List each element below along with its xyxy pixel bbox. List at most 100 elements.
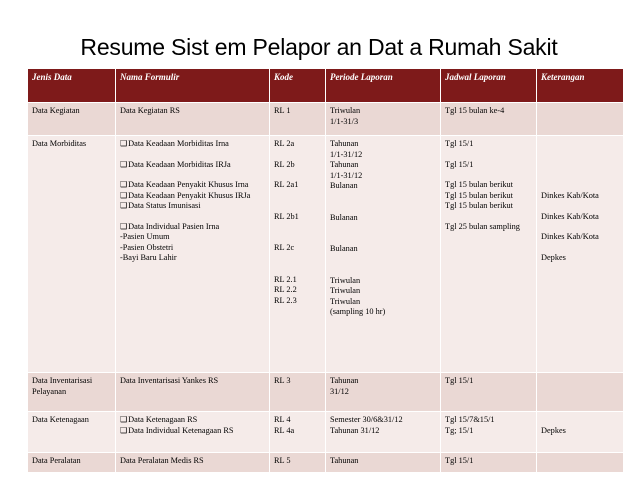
cell-formulir: Data Ketenagaan RS Data Individual Keten… — [115, 411, 270, 453]
jadwal-line: Tg; 15/1 — [445, 425, 474, 435]
checkbox-icon — [120, 415, 128, 424]
cell-periode: Tahunan 31/12 — [325, 372, 441, 412]
periode-line: Tahunan 31/12 — [330, 425, 380, 435]
cell-formulir: Data Kegiatan RS — [115, 102, 270, 136]
jadwal-line: Tgl 15 bulan berikut — [445, 180, 513, 189]
periode-line: Bulanan — [330, 212, 358, 222]
checkbox-icon — [120, 160, 128, 169]
cell-jadwal: Tgl 15 bulan ke-4 — [440, 102, 537, 136]
cell-jenis: Data Ketenagaan — [27, 411, 116, 453]
checkbox-icon — [120, 139, 128, 148]
cell-formulir: Data Peralatan Medis RS — [115, 452, 270, 473]
keterangan-line: Dinkes Kab/Kota — [541, 211, 599, 221]
periode-line: Tahunan — [330, 139, 359, 148]
kode-line: RL 2a1 — [274, 180, 299, 189]
cell-kode: RL 5 — [269, 452, 326, 473]
cell-jadwal: Tgl 15/1 — [440, 372, 537, 412]
periode-line: Tahunan — [330, 376, 359, 385]
periode-line: Triwulan — [330, 296, 361, 306]
cell-kode: RL 1 — [269, 102, 326, 136]
jadwal-line: Tgl 25 bulan sampling — [445, 221, 520, 231]
list-item: -Pasien Umum — [120, 232, 170, 241]
cell-jadwal: Tgl 15/1 — [440, 452, 537, 473]
list-item: -Pasien Obstetri — [120, 242, 174, 252]
periode-line: Triwulan — [330, 286, 361, 295]
periode-line: Semester 30/6&31/12 — [330, 415, 403, 424]
keterangan-line: Dinkes Kab/Kota — [541, 191, 599, 200]
resume-table: Jenis Data Nama Formulir Kode Periode La… — [27, 68, 624, 473]
checkbox-icon — [120, 191, 128, 200]
cell-keterangan — [536, 452, 624, 473]
periode-line: 31/12 — [330, 386, 349, 396]
table-row: Data Inventarisasi Pelayanan Data Invent… — [27, 372, 624, 412]
table-row: Data Peralatan Data Peralatan Medis RS R… — [27, 452, 624, 473]
cell-periode: Semester 30/6&31/12 Tahunan 31/12 — [325, 411, 441, 453]
list-item: Data Individual Pasien Irna — [120, 222, 266, 233]
periode-line: Triwulan — [330, 106, 361, 115]
periode-line: Triwulan — [330, 275, 361, 285]
header-nama-formulir: Nama Formulir — [115, 68, 270, 103]
table-row: Data Kegiatan Data Kegiatan RS RL 1 Triw… — [27, 102, 624, 136]
cell-formulir: Data Keadaan Morbiditas Irna Data Keadaa… — [115, 135, 270, 373]
keterangan-line: Dinkes Kab/Kota — [541, 232, 599, 241]
kode-line: RL 2b — [274, 159, 295, 169]
periode-line: 1/1-31/3 — [330, 116, 359, 126]
cell-periode: Triwulan 1/1-31/3 — [325, 102, 441, 136]
cell-periode: Tahunan 1/1-31/12 Tahunan 1/1-31/12 Bula… — [325, 135, 441, 373]
header-kode: Kode — [269, 68, 326, 103]
kode-line: RL 4a — [274, 425, 295, 435]
kode-line: RL 2.2 — [274, 285, 297, 294]
kode-line: RL 2c — [274, 243, 295, 252]
list-item: Data Keadaan Penyakit Khusus Irna — [120, 180, 266, 191]
keterangan-line: Depkes — [541, 425, 566, 435]
checkbox-icon — [120, 222, 128, 231]
jadwal-line: Tgl 15/1 — [445, 139, 474, 148]
cell-keterangan — [536, 102, 624, 136]
cell-jenis: Data Morbiditas — [27, 135, 116, 373]
header-keterangan: Keterangan — [536, 68, 624, 103]
periode-line: 1/1-31/12 — [330, 149, 363, 159]
periode-line: Bulanan — [330, 244, 358, 253]
periode-line: Tahunan — [330, 160, 359, 169]
list-item: Data Keadaan Morbiditas IRJa — [120, 160, 266, 171]
table-header-row: Jenis Data Nama Formulir Kode Periode La… — [27, 68, 624, 103]
kode-line: RL 2b1 — [274, 211, 299, 221]
header-jadwal-laporan: Jadwal Laporan — [440, 68, 537, 103]
cell-keterangan: Depkes — [536, 411, 624, 453]
list-item: Data Keadaan Morbiditas Irna — [120, 139, 266, 150]
cell-kode: RL 3 — [269, 372, 326, 412]
jadwal-line: Tgl 15 bulan berikut — [445, 190, 513, 200]
checkbox-icon — [120, 201, 128, 210]
jadwal-line: Tgl 15/1 — [445, 159, 474, 169]
cell-formulir: Data Inventarisasi Yankes RS — [115, 372, 270, 412]
table-row: Data Ketenagaan Data Ketenagaan RS Data … — [27, 411, 624, 453]
list-item: Data Individual Ketenagaan RS — [120, 426, 266, 437]
slide-title: Resume Sist em Pelapor an Dat a Rumah Sa… — [80, 34, 558, 60]
kode-line: RL 2.1 — [274, 274, 297, 284]
checkbox-icon — [120, 426, 128, 435]
cell-keterangan — [536, 372, 624, 412]
kode-line: RL 2.3 — [274, 295, 297, 305]
jadwal-line: Tgl 15 bulan berikut — [445, 201, 513, 210]
cell-jenis: Data Peralatan — [27, 452, 116, 473]
cell-jenis: Data Inventarisasi Pelayanan — [27, 372, 116, 412]
cell-periode: Tahunan — [325, 452, 441, 473]
keterangan-line: Depkes — [541, 252, 566, 262]
cell-kode: RL 4 RL 4a — [269, 411, 326, 453]
header-periode-laporan: Periode Laporan — [325, 68, 441, 103]
list-item: Data Ketenagaan RS — [120, 415, 266, 426]
header-jenis-data: Jenis Data — [27, 68, 116, 103]
periode-line: 1/1-31/12 — [330, 170, 363, 180]
cell-jenis: Data Kegiatan — [27, 102, 116, 136]
cell-jadwal: Tgl 15/7&15/1 Tg; 15/1 — [440, 411, 537, 453]
periode-line: Bulanan — [330, 181, 358, 190]
cell-jadwal: Tgl 15/1 Tgl 15/1 Tgl 15 bulan berikut T… — [440, 135, 537, 373]
kode-line: RL 4 — [274, 415, 291, 424]
list-item: Data Keadaan Penyakit Khusus IRJa — [120, 191, 266, 202]
list-item: -Bayi Baru Lahir — [120, 253, 177, 262]
periode-line: (sampling 10 hr) — [330, 307, 386, 316]
checkbox-icon — [120, 180, 128, 189]
cell-kode: RL 2a RL 2b RL 2a1 RL 2b1 RL 2c RL 2.1 R… — [269, 135, 326, 373]
cell-keterangan: Dinkes Kab/Kota Dinkes Kab/Kota Dinkes K… — [536, 135, 624, 373]
jadwal-line: Tgl 15/7&15/1 — [445, 415, 495, 424]
